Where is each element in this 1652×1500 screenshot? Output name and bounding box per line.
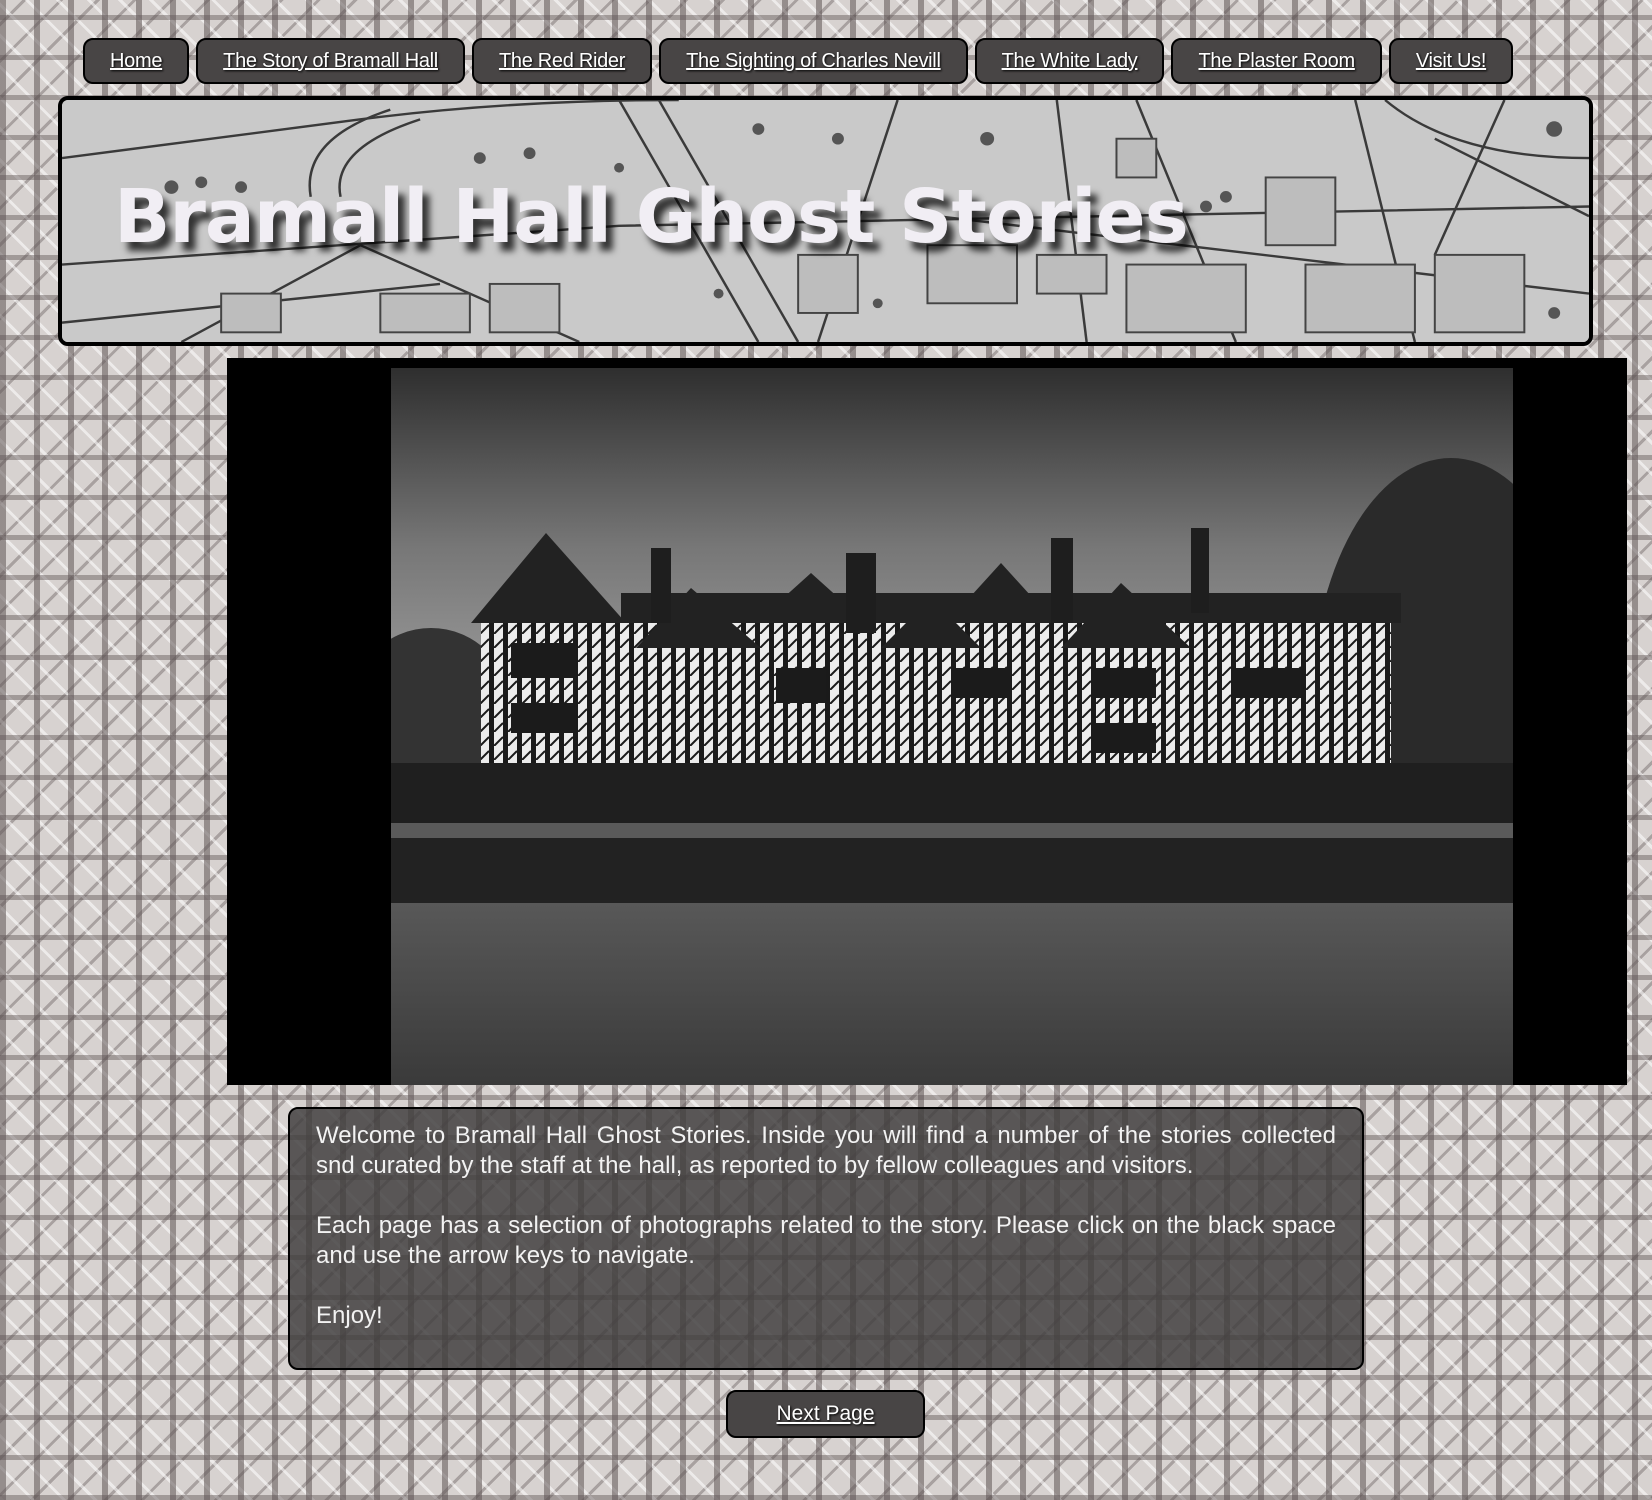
- nav-sighting-charles-nevill[interactable]: The Sighting of Charles Nevill: [659, 38, 968, 84]
- bramall-hall-photo: [391, 368, 1513, 1085]
- nav-red-rider[interactable]: The Red Rider: [471, 38, 653, 84]
- intro-paragraph-enjoy: Enjoy!: [316, 1302, 383, 1329]
- intro-paragraph-welcome: Welcome to Bramall Hall Ghost Stories. I…: [316, 1122, 1336, 1179]
- intro-paragraph-instructions: Each page has a selection of photographs…: [316, 1212, 1336, 1269]
- nav-story-of-bramall-hall[interactable]: The Story of Bramall Hall: [196, 38, 465, 84]
- site-title: Bramall Hall Ghost Stories: [114, 174, 1189, 260]
- nav-visit-us[interactable]: Visit Us!: [1388, 38, 1514, 84]
- main-nav: Home The Story of Bramall Hall The Red R…: [83, 38, 1514, 84]
- header-banner: Bramall Hall Ghost Stories: [58, 96, 1593, 346]
- nav-white-lady[interactable]: The White Lady: [974, 38, 1165, 84]
- intro-text-box: Welcome to Bramall Hall Ghost Stories. I…: [288, 1107, 1364, 1370]
- nav-home[interactable]: Home: [83, 38, 190, 84]
- photo-slideshow[interactable]: [227, 358, 1627, 1085]
- next-page-button[interactable]: Next Page: [726, 1390, 925, 1438]
- nav-plaster-room[interactable]: The Plaster Room: [1171, 38, 1382, 84]
